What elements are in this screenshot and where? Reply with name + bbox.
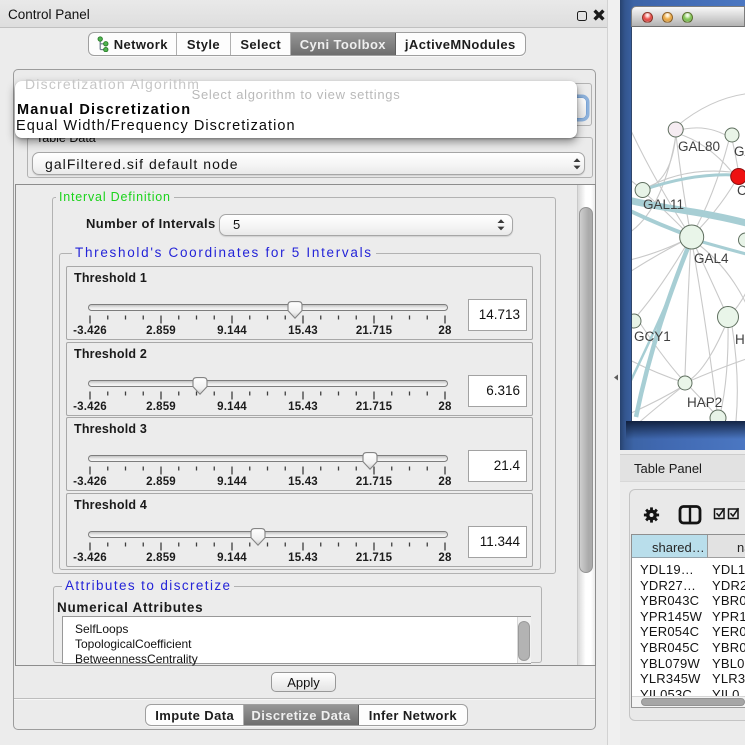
svg-text:H: H	[735, 332, 745, 347]
svg-text:GAL4: GAL4	[694, 251, 729, 266]
svg-text:GCY1: GCY1	[634, 329, 671, 344]
svg-text:GAL80: GAL80	[678, 139, 720, 154]
svg-text:C: C	[737, 183, 745, 198]
svg-text:GAL11: GAL11	[643, 197, 684, 212]
svg-text:HAP2: HAP2	[687, 395, 722, 410]
svg-text:GA: GA	[734, 144, 745, 159]
